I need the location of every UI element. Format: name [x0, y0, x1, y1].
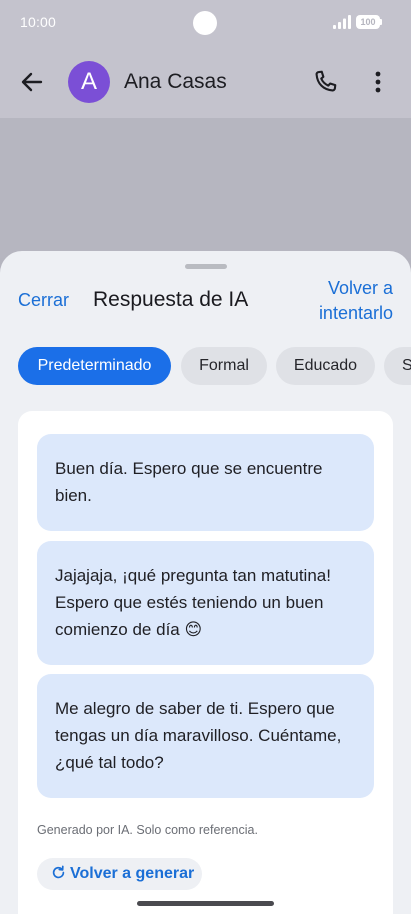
sheet-title: Respuesta de IA [93, 288, 249, 311]
retry-button[interactable]: Volver a intentarlo [300, 276, 393, 326]
suggestion-item[interactable]: Buen día. Espero que se encuentre bien. [37, 434, 374, 531]
regenerate-button[interactable]: Volver a generar [37, 858, 202, 890]
back-arrow-icon[interactable] [18, 68, 46, 96]
suggestion-item[interactable]: Jajajaja, ¡qué pregunta tan matutina! Es… [37, 541, 374, 665]
suggestions-card: Buen día. Espero que se encuentre bien. … [18, 411, 393, 914]
tone-chip-default[interactable]: Predeterminado [18, 347, 171, 385]
refresh-icon [52, 865, 65, 879]
avatar[interactable]: A [68, 61, 110, 103]
camera-cutout [193, 11, 217, 35]
ai-disclaimer: Generado por IA. Solo como referencia. [37, 823, 258, 837]
contact-name[interactable]: Ana Casas [124, 70, 227, 94]
status-time: 10:00 [20, 14, 57, 30]
signal-icon [333, 15, 351, 29]
tone-chips: Predeterminado Formal Educado S [18, 347, 411, 385]
app-bar: A Ana Casas [0, 46, 411, 118]
close-button[interactable]: Cerrar [18, 290, 69, 311]
regenerate-label: Volver a generar [70, 865, 195, 882]
phone-icon[interactable] [311, 68, 339, 96]
status-bar: 10:00 100 [0, 0, 411, 46]
dimmed-background[interactable] [0, 118, 411, 258]
tone-chip-more[interactable]: S [384, 347, 411, 385]
suggestion-item[interactable]: Me alegro de saber de ti. Espero que ten… [37, 674, 374, 798]
battery-level: 100 [360, 17, 376, 27]
tone-chip-polite[interactable]: Educado [276, 347, 375, 385]
battery-icon: 100 [356, 15, 382, 29]
ai-reply-sheet: Cerrar Respuesta de IA Volver a intentar… [0, 251, 411, 914]
home-indicator[interactable] [137, 901, 274, 906]
more-vert-icon[interactable] [366, 68, 390, 96]
drag-handle[interactable] [185, 264, 227, 269]
tone-chip-formal[interactable]: Formal [181, 347, 267, 385]
screen: 10:00 100 A Ana Casas Cerrar Respuesta d… [0, 0, 411, 914]
